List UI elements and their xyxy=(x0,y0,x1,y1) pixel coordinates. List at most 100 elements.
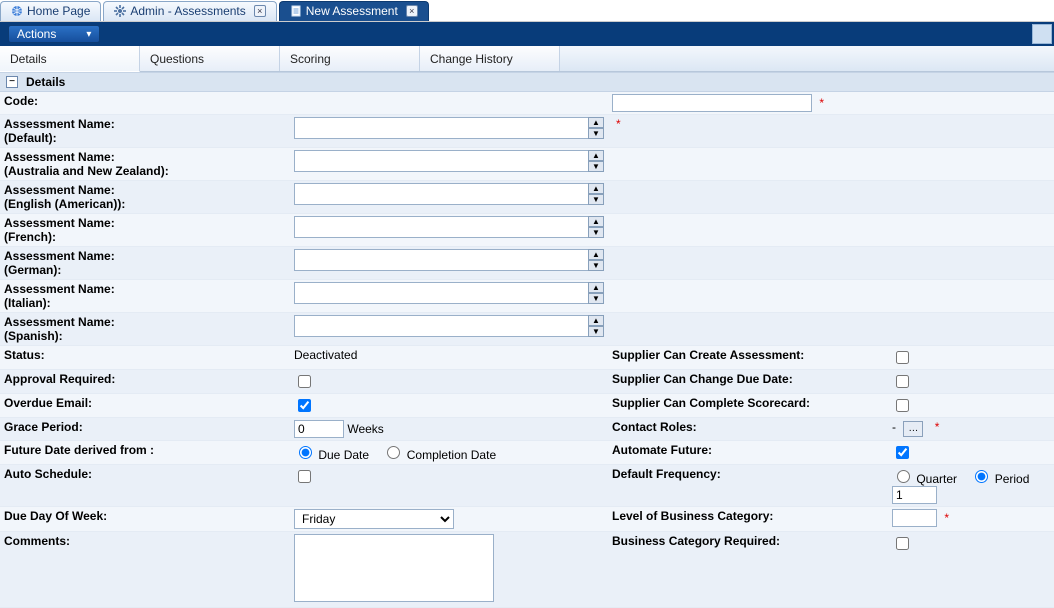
spin-down-icon[interactable]: ▼ xyxy=(588,128,604,139)
name-anz-input[interactable]: ▲▼ xyxy=(294,150,604,172)
label-name-fr: Assessment Name: (French): xyxy=(0,214,290,247)
actions-menu-button[interactable]: Actions ▾ xyxy=(8,25,100,43)
label-overdue: Overdue Email: xyxy=(0,394,290,418)
label-name-default: Assessment Name: (Default): xyxy=(0,115,290,148)
label-approval: Approval Required: xyxy=(0,370,290,394)
tab-new-label: New Assessment xyxy=(306,4,398,18)
comments-textarea[interactable] xyxy=(294,534,494,602)
actions-label: Actions xyxy=(17,27,56,41)
tab-admin[interactable]: Admin - Assessments × xyxy=(103,1,276,21)
label-due-dow: Due Day Of Week: xyxy=(0,507,290,532)
freq-period-radio[interactable] xyxy=(975,470,988,483)
details-form: Code: * Assessment Name: (Default): ▲▼ *… xyxy=(0,92,1054,608)
supp-change-due-checkbox[interactable] xyxy=(896,375,909,388)
label-supp-change-due: Supplier Can Change Due Date: xyxy=(608,370,888,394)
future-due-radio[interactable] xyxy=(299,446,312,459)
code-input[interactable] xyxy=(612,94,812,112)
detail-tabs: Details Questions Scoring Change History xyxy=(0,46,1054,72)
freq-value-input[interactable] xyxy=(892,486,937,504)
label-grace: Grace Period: xyxy=(0,418,290,441)
freq-period-radio-label[interactable]: Period xyxy=(970,472,1029,486)
required-icon: * xyxy=(616,117,621,131)
page-tabs: Home Page Admin - Assessments × New Asse… xyxy=(0,0,1054,22)
gear-icon xyxy=(114,5,126,17)
status-value: Deactivated xyxy=(294,348,357,362)
label-status: Status: xyxy=(0,346,290,370)
label-name-anz: Assessment Name: (Australia and New Zeal… xyxy=(0,148,290,181)
grace-period-input[interactable] xyxy=(294,420,344,438)
section-header: − Details xyxy=(0,72,1054,92)
name-es-input[interactable]: ▲▼ xyxy=(294,315,604,337)
label-name-es: Assessment Name: (Spanish): xyxy=(0,313,290,346)
spin-down-icon[interactable]: ▼ xyxy=(588,161,604,172)
spin-up-icon[interactable]: ▲ xyxy=(588,216,604,227)
document-icon xyxy=(290,5,302,17)
level-biz-cat-input[interactable] xyxy=(892,509,937,527)
spin-down-icon[interactable]: ▼ xyxy=(588,326,604,337)
required-icon: * xyxy=(944,511,949,525)
label-automate-future: Automate Future: xyxy=(608,441,888,465)
close-icon[interactable]: × xyxy=(254,5,266,17)
due-dow-select[interactable]: Friday xyxy=(294,509,454,529)
future-comp-radio-label[interactable]: Completion Date xyxy=(382,448,496,462)
label-default-freq: Default Frequency: xyxy=(608,465,888,507)
collapse-icon[interactable]: − xyxy=(6,76,18,88)
tab-home-label: Home Page xyxy=(27,4,90,18)
spin-down-icon[interactable]: ▼ xyxy=(588,260,604,271)
label-level-biz-cat: Level of Business Category: xyxy=(608,507,888,532)
freq-quarter-radio[interactable] xyxy=(897,470,910,483)
spin-up-icon[interactable]: ▲ xyxy=(588,183,604,194)
required-icon: * xyxy=(935,420,940,434)
supp-complete-checkbox[interactable] xyxy=(896,399,909,412)
required-icon: * xyxy=(819,96,824,110)
close-icon[interactable]: × xyxy=(406,5,418,17)
grace-unit: Weeks xyxy=(347,422,383,436)
label-comments: Comments: xyxy=(0,532,290,608)
inner-tab-questions[interactable]: Questions xyxy=(140,46,280,71)
chevron-down-icon: ▾ xyxy=(86,29,91,40)
label-code: Code: xyxy=(0,92,290,115)
label-name-it: Assessment Name: (Italian): xyxy=(0,280,290,313)
tab-home[interactable]: Home Page xyxy=(0,1,101,21)
spin-up-icon[interactable]: ▲ xyxy=(588,315,604,326)
name-fr-input[interactable]: ▲▼ xyxy=(294,216,604,238)
panel-toggle-icon[interactable] xyxy=(1032,24,1052,44)
spin-up-icon[interactable]: ▲ xyxy=(588,117,604,128)
future-comp-radio[interactable] xyxy=(387,446,400,459)
name-default-input[interactable]: ▲▼ xyxy=(294,117,604,139)
inner-tab-scoring[interactable]: Scoring xyxy=(280,46,420,71)
label-auto-schedule: Auto Schedule: xyxy=(0,465,290,507)
tab-new-assessment[interactable]: New Assessment × xyxy=(279,1,429,21)
label-biz-cat-required: Business Category Required: xyxy=(608,532,888,608)
spin-up-icon[interactable]: ▲ xyxy=(588,249,604,260)
name-de-input[interactable]: ▲▼ xyxy=(294,249,604,271)
name-en-us-input[interactable]: ▲▼ xyxy=(294,183,604,205)
label-contact-roles: Contact Roles: xyxy=(608,418,888,441)
inner-tab-change-history[interactable]: Change History xyxy=(420,46,560,71)
tab-admin-label: Admin - Assessments xyxy=(130,4,245,18)
spin-down-icon[interactable]: ▼ xyxy=(588,293,604,304)
spin-up-icon[interactable]: ▲ xyxy=(588,150,604,161)
contact-roles-value: - xyxy=(892,420,896,434)
name-it-input[interactable]: ▲▼ xyxy=(294,282,604,304)
auto-schedule-checkbox[interactable] xyxy=(298,470,311,483)
section-title: Details xyxy=(26,75,65,89)
label-name-en-us: Assessment Name: (English (American)): xyxy=(0,181,290,214)
approval-checkbox[interactable] xyxy=(298,375,311,388)
spin-down-icon[interactable]: ▼ xyxy=(588,227,604,238)
spin-down-icon[interactable]: ▼ xyxy=(588,194,604,205)
automate-future-checkbox[interactable] xyxy=(896,446,909,459)
inner-tab-details[interactable]: Details xyxy=(0,46,140,72)
freq-quarter-radio-label[interactable]: Quarter xyxy=(892,472,957,486)
biz-cat-required-checkbox[interactable] xyxy=(896,537,909,550)
contact-roles-lookup-button[interactable]: … xyxy=(903,421,923,437)
label-supp-create: Supplier Can Create Assessment: xyxy=(608,346,888,370)
overdue-checkbox[interactable] xyxy=(298,399,311,412)
label-future-date: Future Date derived from : xyxy=(0,441,290,465)
globe-icon xyxy=(11,5,23,17)
actions-bar: Actions ▾ xyxy=(0,22,1054,46)
spin-up-icon[interactable]: ▲ xyxy=(588,282,604,293)
supp-create-checkbox[interactable] xyxy=(896,351,909,364)
label-supp-complete: Supplier Can Complete Scorecard: xyxy=(608,394,888,418)
future-due-radio-label[interactable]: Due Date xyxy=(294,448,369,462)
